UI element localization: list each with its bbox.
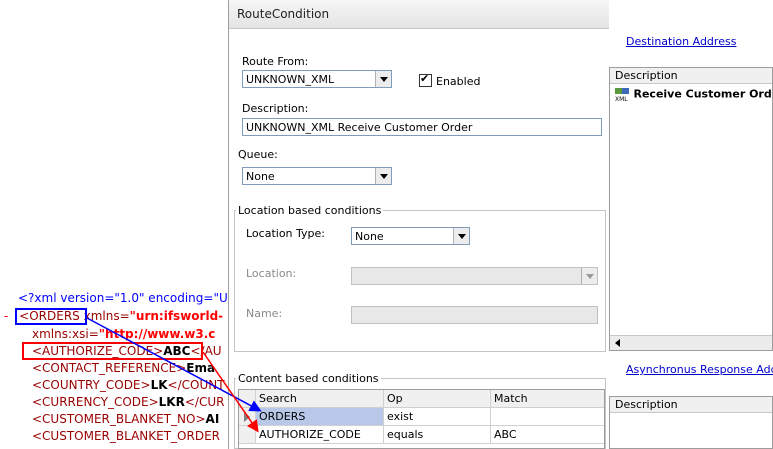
description-value: UNKNOWN_XML Receive Customer Order — [246, 121, 473, 134]
queue-dropdown[interactable]: None — [242, 167, 392, 185]
row-header[interactable] — [239, 426, 256, 444]
xml-blanket-line: <CUSTOMER_BLANKET_NO>AI — [32, 412, 219, 426]
queue-value: None — [246, 170, 275, 183]
chevron-down-icon[interactable] — [453, 228, 469, 244]
right-pane: Destination Address Description XML Rece… — [609, 0, 773, 449]
xml-xsi-attr: xmlns:xsi= — [32, 327, 99, 341]
xml-currency-close: </CUR — [184, 395, 225, 409]
xml-contact-tag: <CONTACT_REFERENCE> — [32, 361, 187, 375]
chevron-down-icon[interactable] — [375, 71, 391, 87]
grid-header-op[interactable]: Op — [384, 390, 491, 408]
xml-currency-line: <CURRENCY_CODE>LKR</CUR — [32, 395, 224, 409]
route-from-label: Route From: — [242, 55, 309, 68]
location-type-dropdown[interactable]: None — [351, 227, 470, 245]
xml-country-close: </COUNT — [167, 378, 225, 392]
chevron-down-icon — [581, 268, 597, 284]
xml-declaration: <?xml version="1.0" encoding="U — [18, 291, 228, 305]
table-row-1-match[interactable] — [491, 408, 604, 426]
xml-route-icon: XML — [615, 88, 629, 103]
xml-xsi-value: "http://www.w3.c — [98, 327, 216, 341]
description-list-panel-2: Description — [609, 396, 773, 449]
location-group-title: Location based conditions — [236, 204, 384, 217]
table-row-1-op[interactable]: exist — [384, 408, 491, 426]
chevron-down-icon[interactable] — [375, 168, 391, 184]
xml-xmlns-attr: xmlns= — [83, 309, 130, 323]
authorize-highlight-box — [22, 342, 203, 360]
xml-currency-value: LKR — [158, 395, 185, 409]
queue-label: Queue: — [238, 148, 278, 161]
xml-xmlns-value: "urn:ifsworld- — [129, 309, 224, 323]
location-type-value: None — [355, 230, 384, 243]
name-input — [351, 306, 598, 324]
xml-xsi-line: xmlns:xsi="http://www.w3.c — [32, 327, 215, 341]
description-column-header-2[interactable]: Description — [610, 397, 772, 413]
scroll-left-icon[interactable] — [612, 337, 624, 349]
grid-header-match[interactable]: Match — [491, 390, 604, 408]
content-conditions-grid: Search Op Match ORDERS exist AUTHORIZE_C… — [238, 389, 605, 449]
xml-contact-value: Ema — [186, 361, 216, 375]
enabled-checkbox[interactable] — [419, 72, 432, 87]
name-label: Name: — [246, 307, 283, 320]
xml-blanket-value: AI — [205, 412, 220, 426]
table-row-2-match[interactable]: ABC — [491, 426, 604, 444]
xml-country-value: LK — [150, 378, 168, 392]
description-list-panel: Description XML Receive Customer Order — [609, 67, 773, 351]
location-type-label: Location Type: — [246, 227, 325, 240]
orders-highlight-box — [15, 308, 87, 325]
route-from-value: UNKNOWN_XML — [246, 73, 335, 86]
xml-contact-line: <CONTACT_REFERENCE>Ema — [32, 361, 215, 375]
destination-address-link[interactable]: Destination Address — [626, 35, 736, 48]
async-response-address-link[interactable]: Asynchronus Response Addres — [626, 363, 773, 376]
route-condition-window: RouteCondition Route From: UNKNOWN_XML E… — [228, 0, 610, 449]
window-content: Route From: UNKNOWN_XML Enabled Descript… — [229, 29, 609, 449]
xml-country-line: <COUNTRY_CODE>LK</COUNT — [32, 378, 225, 392]
collapse-minus-icon[interactable]: - — [4, 309, 8, 323]
table-row-1-search[interactable]: ORDERS — [256, 408, 384, 426]
window-title: RouteCondition — [237, 7, 330, 21]
grid-header-search[interactable]: Search — [256, 390, 384, 408]
location-dropdown — [351, 267, 598, 285]
description-column-header[interactable]: Description — [610, 68, 772, 84]
list-item-label: Receive Customer Order — [633, 87, 773, 101]
enabled-label: Enabled — [436, 75, 481, 88]
location-label: Location: — [246, 267, 297, 280]
row-selector-icon[interactable] — [239, 408, 256, 426]
xml-blanket-order-tag: <CUSTOMER_BLANKET_ORDER — [32, 429, 220, 443]
route-from-dropdown[interactable]: UNKNOWN_XML — [242, 70, 392, 88]
content-group-title: Content based conditions — [236, 372, 381, 385]
list-item[interactable]: XML Receive Customer Order — [614, 87, 773, 103]
description-input[interactable]: UNKNOWN_XML Receive Customer Order — [242, 118, 602, 136]
description-label: Description: — [242, 102, 309, 115]
xml-blanket-tag: <CUSTOMER_BLANKET_NO> — [32, 412, 206, 426]
title-bar: RouteCondition — [229, 0, 609, 29]
svg-text:XML: XML — [615, 96, 628, 102]
table-row-2-search[interactable]: AUTHORIZE_CODE — [256, 426, 384, 444]
xml-country-tag: <COUNTRY_CODE> — [32, 378, 151, 392]
grid-corner — [239, 390, 256, 408]
table-row-2-op[interactable]: equals — [384, 426, 491, 444]
xml-currency-tag: <CURRENCY_CODE> — [32, 395, 159, 409]
xml-blanket-order-line: <CUSTOMER_BLANKET_ORDER — [32, 429, 220, 443]
horizontal-scrollbar[interactable] — [610, 335, 772, 350]
